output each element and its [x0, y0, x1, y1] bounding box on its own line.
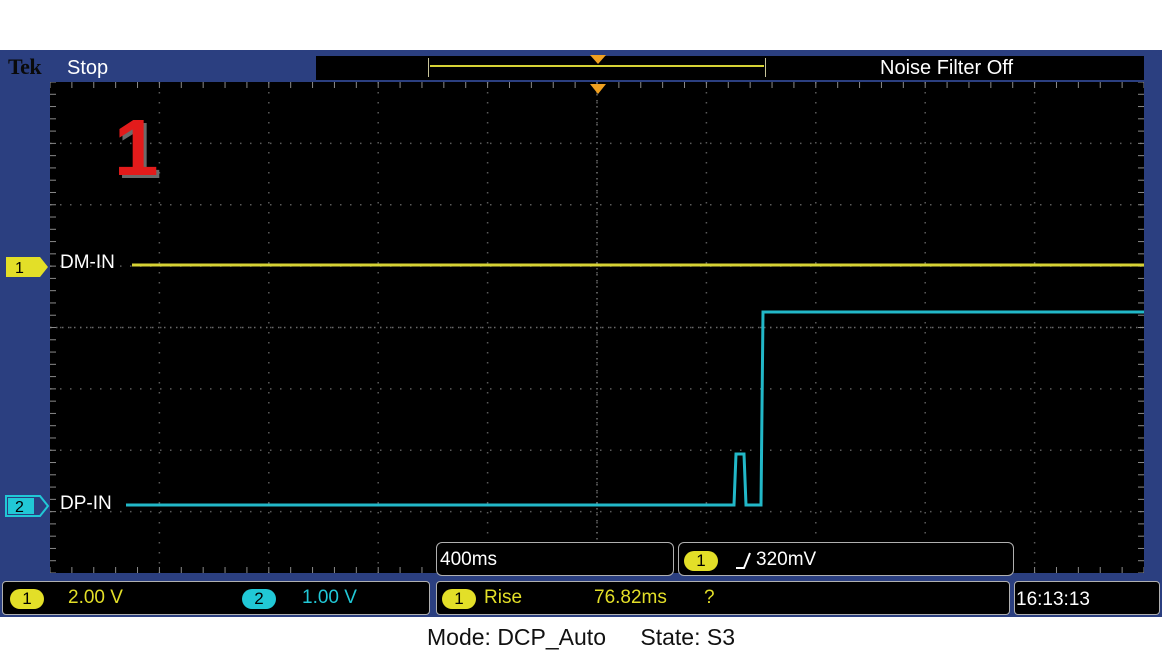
record-line: [430, 65, 764, 67]
channel-2-marker-label: 2: [15, 499, 24, 516]
clock-time: 16:13:13: [1016, 589, 1090, 610]
mode-text: Mode: DCP_Auto: [427, 624, 606, 650]
channel-1-marker-icon[interactable]: 1: [4, 255, 50, 279]
trigger-level: 320mV: [756, 549, 817, 570]
annotation-number: 1: [114, 103, 159, 192]
trigger-channel-badge: 1: [684, 551, 718, 571]
measurement-name: Rise: [484, 587, 523, 608]
channel-1-label: DM-IN: [60, 252, 115, 273]
ch2-scale-badge: 2: [242, 589, 276, 609]
measurement-badge: 1: [442, 589, 476, 609]
channel-1-marker-label: 1: [15, 260, 24, 277]
channel-2-marker-icon[interactable]: 2: [4, 494, 50, 518]
caption: Mode: DCP_Auto State: S3: [0, 624, 1162, 651]
noise-filter-status: Noise Filter Off: [880, 57, 1013, 79]
graticule: [50, 82, 1144, 573]
run-state: Stop: [67, 57, 109, 79]
waveform-display: [50, 82, 1144, 573]
trigger-readout[interactable]: [678, 542, 1014, 576]
vertical-scale-readout[interactable]: [2, 581, 430, 615]
measurement-flag: ?: [704, 587, 715, 608]
ch2-trace: [126, 310, 1144, 507]
measurement-value: 76.82ms: [594, 587, 667, 608]
channel-2-label: DP-IN: [60, 493, 112, 514]
ch2-scale: 1.00 V: [302, 587, 357, 608]
state-text: State: S3: [640, 624, 735, 650]
ch1-scale-badge: 1: [10, 589, 44, 609]
brand-logo: Tek: [8, 54, 42, 79]
trigger-marker-icon: [590, 84, 606, 94]
rising-edge-icon: [736, 552, 751, 569]
ch1-scale: 2.00 V: [68, 587, 123, 608]
timebase-value: 400ms: [440, 549, 498, 570]
measurement-readout[interactable]: [436, 581, 1010, 615]
trigger-position-icon: [590, 55, 606, 64]
